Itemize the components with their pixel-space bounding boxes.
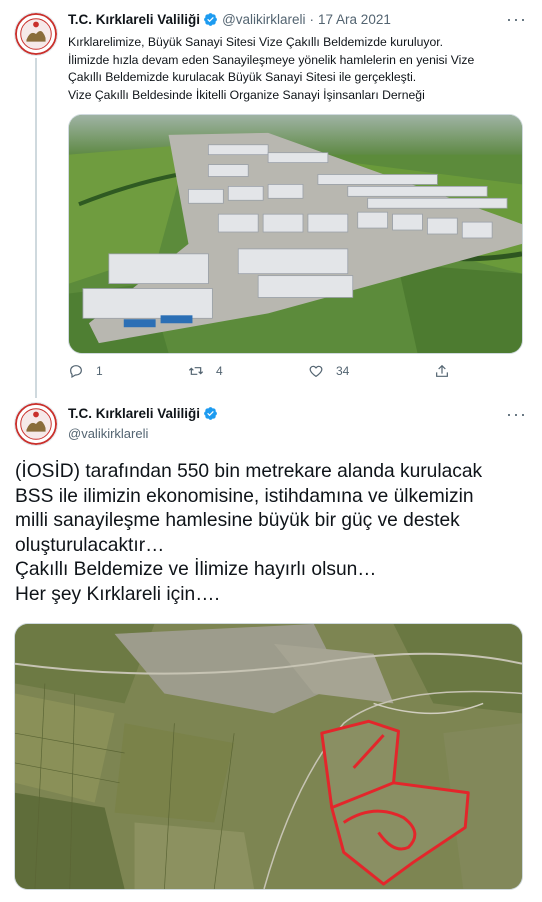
- tweet2-text: (İOSİD) tarafından 550 bin metrekare ala…: [15, 460, 530, 607]
- tweet-text-line: Vize Çakıllı Beldesinde İkitelli Organiz…: [68, 87, 425, 102]
- verified-badge-icon: [204, 13, 217, 26]
- tweet-text-line: Kırklarelimize, Büyük Sanayi Sitesi Vize…: [68, 35, 444, 49]
- tweet-text-line: Çakıllı Beldemize ve İlimize hayırlı ols…: [15, 559, 377, 580]
- avatar[interactable]: [14, 402, 58, 446]
- satellite-map-with-site-boundary: [15, 624, 522, 889]
- industrial-park-rendering: [69, 115, 522, 353]
- reply-button[interactable]: 1: [68, 363, 103, 379]
- retweet-icon: [188, 367, 204, 375]
- tweet-text-line: Çakıllı Beldemizde kurulacak Büyük Sanay…: [68, 70, 417, 84]
- tweet-text-line: Her şey Kırklareli için….: [15, 583, 220, 605]
- reply-count: 1: [96, 364, 103, 378]
- display-name[interactable]: T.C. Kırklareli Valiliği: [68, 12, 200, 27]
- tweet2-image[interactable]: [14, 623, 523, 890]
- like-icon: [309, 365, 323, 378]
- separator: ·: [309, 12, 315, 27]
- like-button[interactable]: 34: [308, 363, 349, 379]
- share-button[interactable]: [434, 363, 462, 379]
- reply-icon: [70, 365, 82, 379]
- handle[interactable]: @valikirklareli: [68, 426, 148, 441]
- share-icon: [436, 364, 448, 377]
- tweet1-text: Kırklarelimize, Büyük Sanayi Sitesi Vize…: [68, 34, 528, 104]
- more-icon[interactable]: ···: [506, 10, 526, 28]
- tweet1-header: T.C. Kırklareli Valiliği @valikirklareli…: [68, 12, 391, 27]
- tweet-text-line: milli sanayileşme hamlesine büyük bir gü…: [15, 510, 460, 531]
- verified-badge-icon: [204, 407, 217, 420]
- like-count: 34: [336, 364, 350, 378]
- logo-seal-icon: [15, 403, 57, 445]
- retweet-count: 4: [216, 364, 223, 378]
- tweet-text-line: oluşturulacaktır…: [15, 534, 165, 556]
- tweet-text-line: İlimizde hızla devam eden Sanayileşmeye …: [68, 52, 475, 67]
- tweet-text-line: (İOSİD) tarafından 550 bin metrekare ala…: [15, 461, 483, 482]
- thread-connector: [35, 58, 37, 398]
- tweet1-actions: 1 4 34: [68, 363, 468, 385]
- display-name[interactable]: T.C. Kırklareli Valiliği: [68, 406, 200, 421]
- tweet2-header: T.C. Kırklareli Valiliği: [68, 406, 218, 421]
- retweet-button[interactable]: 4: [188, 363, 223, 379]
- logo-seal-icon: [15, 13, 57, 55]
- handle[interactable]: @valikirklareli: [222, 12, 305, 27]
- tweet1-image[interactable]: [68, 114, 523, 354]
- avatar[interactable]: [14, 12, 58, 56]
- more-icon[interactable]: ···: [506, 405, 526, 423]
- tweet-date[interactable]: 17 Ara 2021: [318, 12, 391, 27]
- tweet-text-line: BSS ile ilimizin ekonomisine, istihdamın…: [15, 485, 474, 507]
